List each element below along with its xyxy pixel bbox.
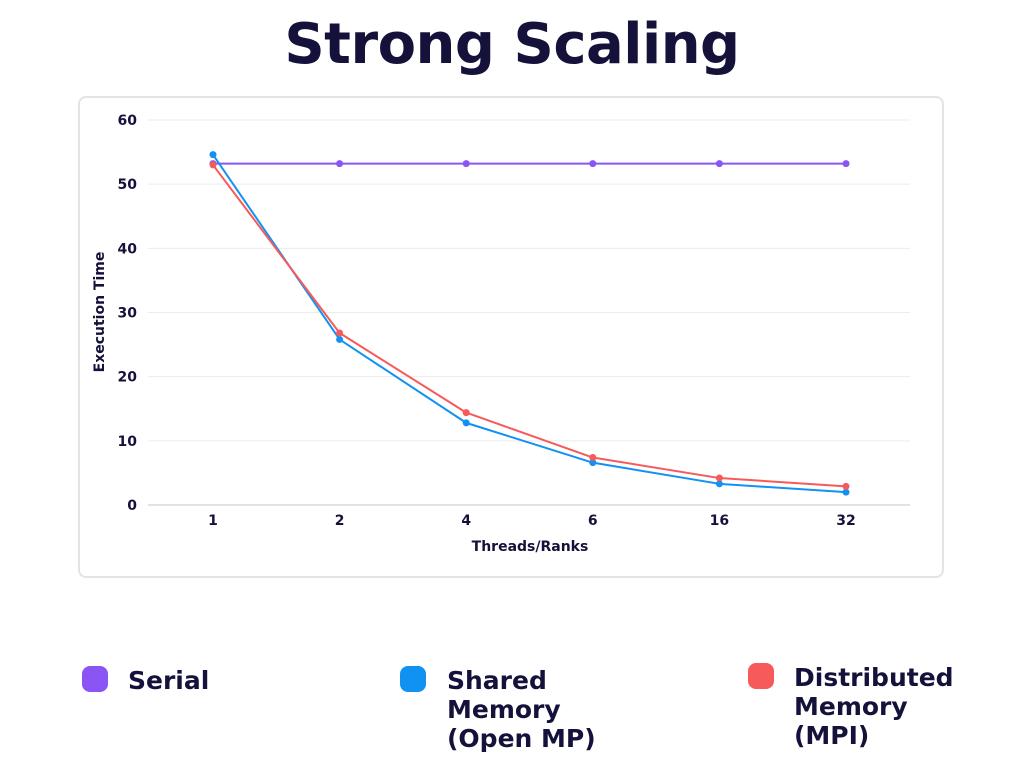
y-tick-label: 0 bbox=[127, 498, 137, 514]
data-point-distributed-memory-mpi bbox=[462, 409, 470, 417]
legend-swatch-shared-memory bbox=[400, 666, 426, 692]
x-tick-label: 6 bbox=[588, 513, 598, 529]
y-tick-label: 60 bbox=[118, 113, 138, 129]
data-point-serial bbox=[589, 160, 597, 168]
legend-item-distributed-memory: Distributed Memory (MPI) bbox=[748, 663, 954, 750]
series bbox=[209, 151, 850, 496]
data-point-serial bbox=[336, 160, 344, 168]
series-line-distributed-memory-mpi bbox=[212, 164, 847, 488]
x-axis-title: Threads/Ranks bbox=[472, 539, 589, 555]
line-chart: 0 10 20 30 40 50 60 1 2 4 6 16 32 Threads/Ranks Exec… bbox=[92, 113, 910, 555]
x-tick-label: 1 bbox=[208, 513, 218, 529]
data-point-serial bbox=[462, 160, 470, 168]
series-line-shared-memory-open-mp bbox=[212, 154, 847, 494]
legend-item-serial: Serial bbox=[82, 666, 209, 695]
y-axis-title: Execution Time bbox=[92, 252, 108, 373]
grid-lines bbox=[148, 119, 910, 442]
data-point-distributed-memory-mpi bbox=[209, 161, 217, 169]
chart-title: Strong Scaling bbox=[284, 12, 740, 77]
data-point-shared-memory-open-mp bbox=[336, 335, 344, 343]
x-tick-label: 32 bbox=[836, 513, 855, 529]
axes: 0 10 20 30 40 50 60 1 2 4 6 16 32 bbox=[118, 113, 910, 529]
y-tick-label: 10 bbox=[118, 434, 138, 450]
y-tick-label: 40 bbox=[118, 241, 138, 257]
data-point-distributed-memory-mpi bbox=[589, 454, 597, 462]
legend-item-shared-memory: Shared Memory (Open MP) bbox=[400, 666, 596, 753]
x-tick-label: 16 bbox=[710, 513, 729, 529]
data-point-distributed-memory-mpi bbox=[842, 482, 850, 490]
legend-swatch-distributed-memory bbox=[748, 663, 774, 689]
y-tick-label: 50 bbox=[118, 177, 138, 193]
x-tick-label: 4 bbox=[461, 513, 471, 529]
legend-label-shared-memory: Shared Memory (Open MP) bbox=[447, 666, 596, 753]
data-point-distributed-memory-mpi bbox=[715, 474, 723, 482]
x-tick-label: 2 bbox=[335, 513, 345, 529]
legend-swatch-serial bbox=[82, 666, 108, 692]
y-tick-label: 20 bbox=[118, 370, 138, 386]
chart-card: 0 10 20 30 40 50 60 1 2 4 6 16 32 Threads/Ranks Exec… bbox=[78, 96, 944, 578]
legend-label-distributed-memory: Distributed Memory (MPI) bbox=[794, 663, 954, 750]
data-point-serial bbox=[715, 160, 723, 168]
data-point-shared-memory-open-mp bbox=[209, 151, 217, 159]
data-point-distributed-memory-mpi bbox=[336, 329, 344, 337]
y-tick-label: 30 bbox=[118, 306, 138, 322]
data-point-serial bbox=[842, 160, 850, 168]
data-point-shared-memory-open-mp bbox=[462, 419, 470, 427]
legend-label-serial: Serial bbox=[128, 666, 210, 695]
